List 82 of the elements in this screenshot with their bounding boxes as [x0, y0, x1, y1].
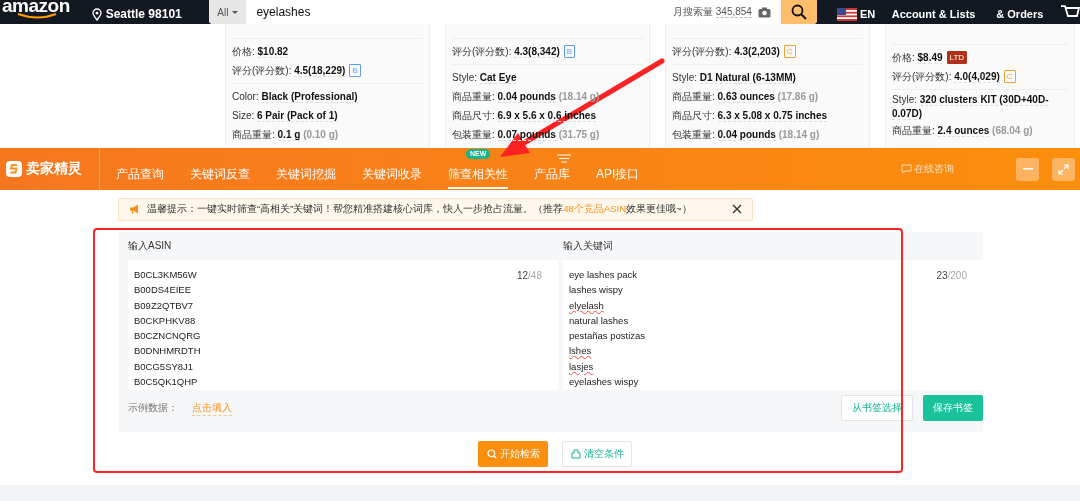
search-button[interactable]: [780, 0, 817, 24]
product-attribute: 价格: $10.82: [232, 44, 289, 59]
select-bookmark-button[interactable]: 从书签选择: [841, 395, 913, 421]
delivery-location[interactable]: Seattle 98101: [105, 7, 182, 21]
product-attribute: 包装重量: 0.04 pounds (18.14 g): [672, 127, 820, 142]
input-line: B0CZNCNQRG: [134, 329, 202, 344]
search-icon: [486, 449, 497, 459]
save-bookmark-button[interactable]: 保存书签: [923, 395, 983, 421]
brand-name: 卖家精灵: [26, 160, 82, 178]
product-attribute: 评分(评分数): 4.3(2,203): [672, 44, 780, 59]
product-attribute: Size: 6 Pair (Pack of 1): [232, 108, 338, 123]
input-line: natural lashes: [569, 313, 630, 328]
nav-tab[interactable]: 关键词反查: [190, 161, 250, 189]
input-line: B09Z2QTBV7: [134, 298, 195, 313]
online-consult-link[interactable]: 在线咨询: [901, 162, 954, 176]
input-line: B0CG5SY8J1: [134, 359, 195, 374]
cart-icon[interactable]: [1060, 4, 1080, 20]
input-line: lasjes: [569, 359, 595, 374]
monthly-search-volume: 月搜索量 345,854: [673, 5, 752, 19]
ltd-badge: LTD: [946, 51, 968, 64]
account-lists-link[interactable]: Account & Lists: [891, 8, 997, 20]
clear-conditions-button[interactable]: 清空条件: [562, 441, 632, 467]
product-attribute: 评分(评分数): 4.3(8,342): [452, 44, 560, 59]
input-line: B0C5QK1QHP: [134, 375, 199, 390]
returns-orders-link[interactable]: & Orders: [996, 8, 1057, 20]
eraser-icon: [570, 449, 581, 459]
keywords-input-field[interactable]: eye lashes pack lashes wispy elyelash natural lashes pestañas postizas lshes lasjes eyelashes wispy: [563, 267, 937, 390]
product-attribute: Style: D1 Natural (6-13MM): [672, 70, 796, 85]
close-icon[interactable]: [732, 204, 742, 214]
category-dropdown[interactable]: All: [209, 0, 247, 24]
fill-example-link[interactable]: 点击填入: [192, 400, 232, 416]
product-attribute: Color: Black (Professional): [232, 89, 358, 104]
search-input[interactable]: eyelashes: [246, 5, 673, 19]
product-attribute: 商品重量: 2.4 ounces (68.04 g): [892, 123, 1033, 138]
asin-label: 输入ASIN: [128, 239, 173, 253]
flag-icon: [836, 7, 857, 21]
grade-badge: C: [1003, 70, 1016, 83]
brand-logo-icon: [6, 161, 22, 177]
nav-tab[interactable]: 产品库: [534, 161, 570, 189]
input-line: elyelash: [569, 298, 605, 313]
keywords-label: 输入关键词: [563, 239, 614, 253]
character-counter: 12/48: [516, 270, 542, 281]
input-line: eyelashes wispy: [569, 375, 640, 390]
nav-tab[interactable]: 关键词挖掘: [276, 161, 336, 189]
input-line: eye lashes pack: [569, 268, 639, 282]
product-attribute: 商品重量: 0.63 ounces (17.86 g): [672, 89, 819, 104]
product-attribute: 评分(评分数): 4.5(18,229): [232, 63, 346, 78]
grade-badge: B: [349, 64, 361, 77]
collapse-handle-icon[interactable]: [557, 154, 571, 163]
nav-tab[interactable]: API接口: [596, 161, 640, 189]
grade-badge: C: [783, 45, 796, 58]
chat-icon: [901, 164, 912, 174]
product-attribute: 商品重量: 0.1 g (0.10 g): [232, 127, 339, 142]
amazon-logo[interactable]: amazon: [2, 0, 70, 15]
example-data-label: 示例数据：: [128, 401, 178, 415]
language-selector[interactable]: EN: [859, 8, 876, 20]
product-attribute: Style: 320 clusters KIT (30D+40D-0.07D): [892, 93, 1050, 121]
input-line: B0DNHMRDTH: [134, 344, 202, 359]
product-attribute: Style: Cat Eye: [452, 70, 517, 85]
input-line: lshes: [569, 344, 593, 359]
input-line: lashes wispy: [569, 283, 624, 298]
tip-text: 温馨提示：一键实时筛查“高相关”关键词！帮您精准搭建核心词库，快人一步抢占流量。（推荐48个竞品ASIN效果更佳哦~）: [147, 202, 693, 216]
grade-badge: B: [563, 45, 576, 58]
start-search-button[interactable]: 开始检索: [478, 441, 548, 467]
nav-tab[interactable]: 产品查询: [116, 161, 164, 189]
minimize-icon: [1022, 168, 1033, 170]
location-pin-icon: [91, 7, 102, 21]
camera-icon[interactable]: [757, 6, 771, 18]
product-attribute: 价格: $8.49: [892, 50, 943, 65]
input-line: pestañas postizas: [569, 329, 647, 344]
nav-tab[interactable]: 关键词收录: [362, 161, 422, 189]
search-icon: [790, 4, 807, 20]
character-counter: 23/200: [936, 270, 967, 281]
expand-icon: [1058, 163, 1069, 175]
megaphone-icon: [129, 204, 141, 214]
asin-input-field[interactable]: B0CL3KM56W B00DS4EIEE B09Z2QTBV7 B0CKPHKV88 B0CZNCNQRG B0DNHMRDTH B0CG5SY8J1 B0C5QK1QHP: [128, 267, 517, 390]
product-attribute: 商品尺寸: 6.3 x 5.08 x 0.75 inches: [672, 108, 828, 123]
nav-tab[interactable]: 筛查相关性: [448, 161, 508, 189]
input-line: B00DS4EIEE: [134, 283, 193, 298]
product-attribute: 评分(评分数): 4.0(4,029): [892, 69, 1000, 84]
input-line: B0CL3KM56W: [134, 268, 198, 282]
input-line: B0CKPHKV88: [134, 313, 197, 328]
